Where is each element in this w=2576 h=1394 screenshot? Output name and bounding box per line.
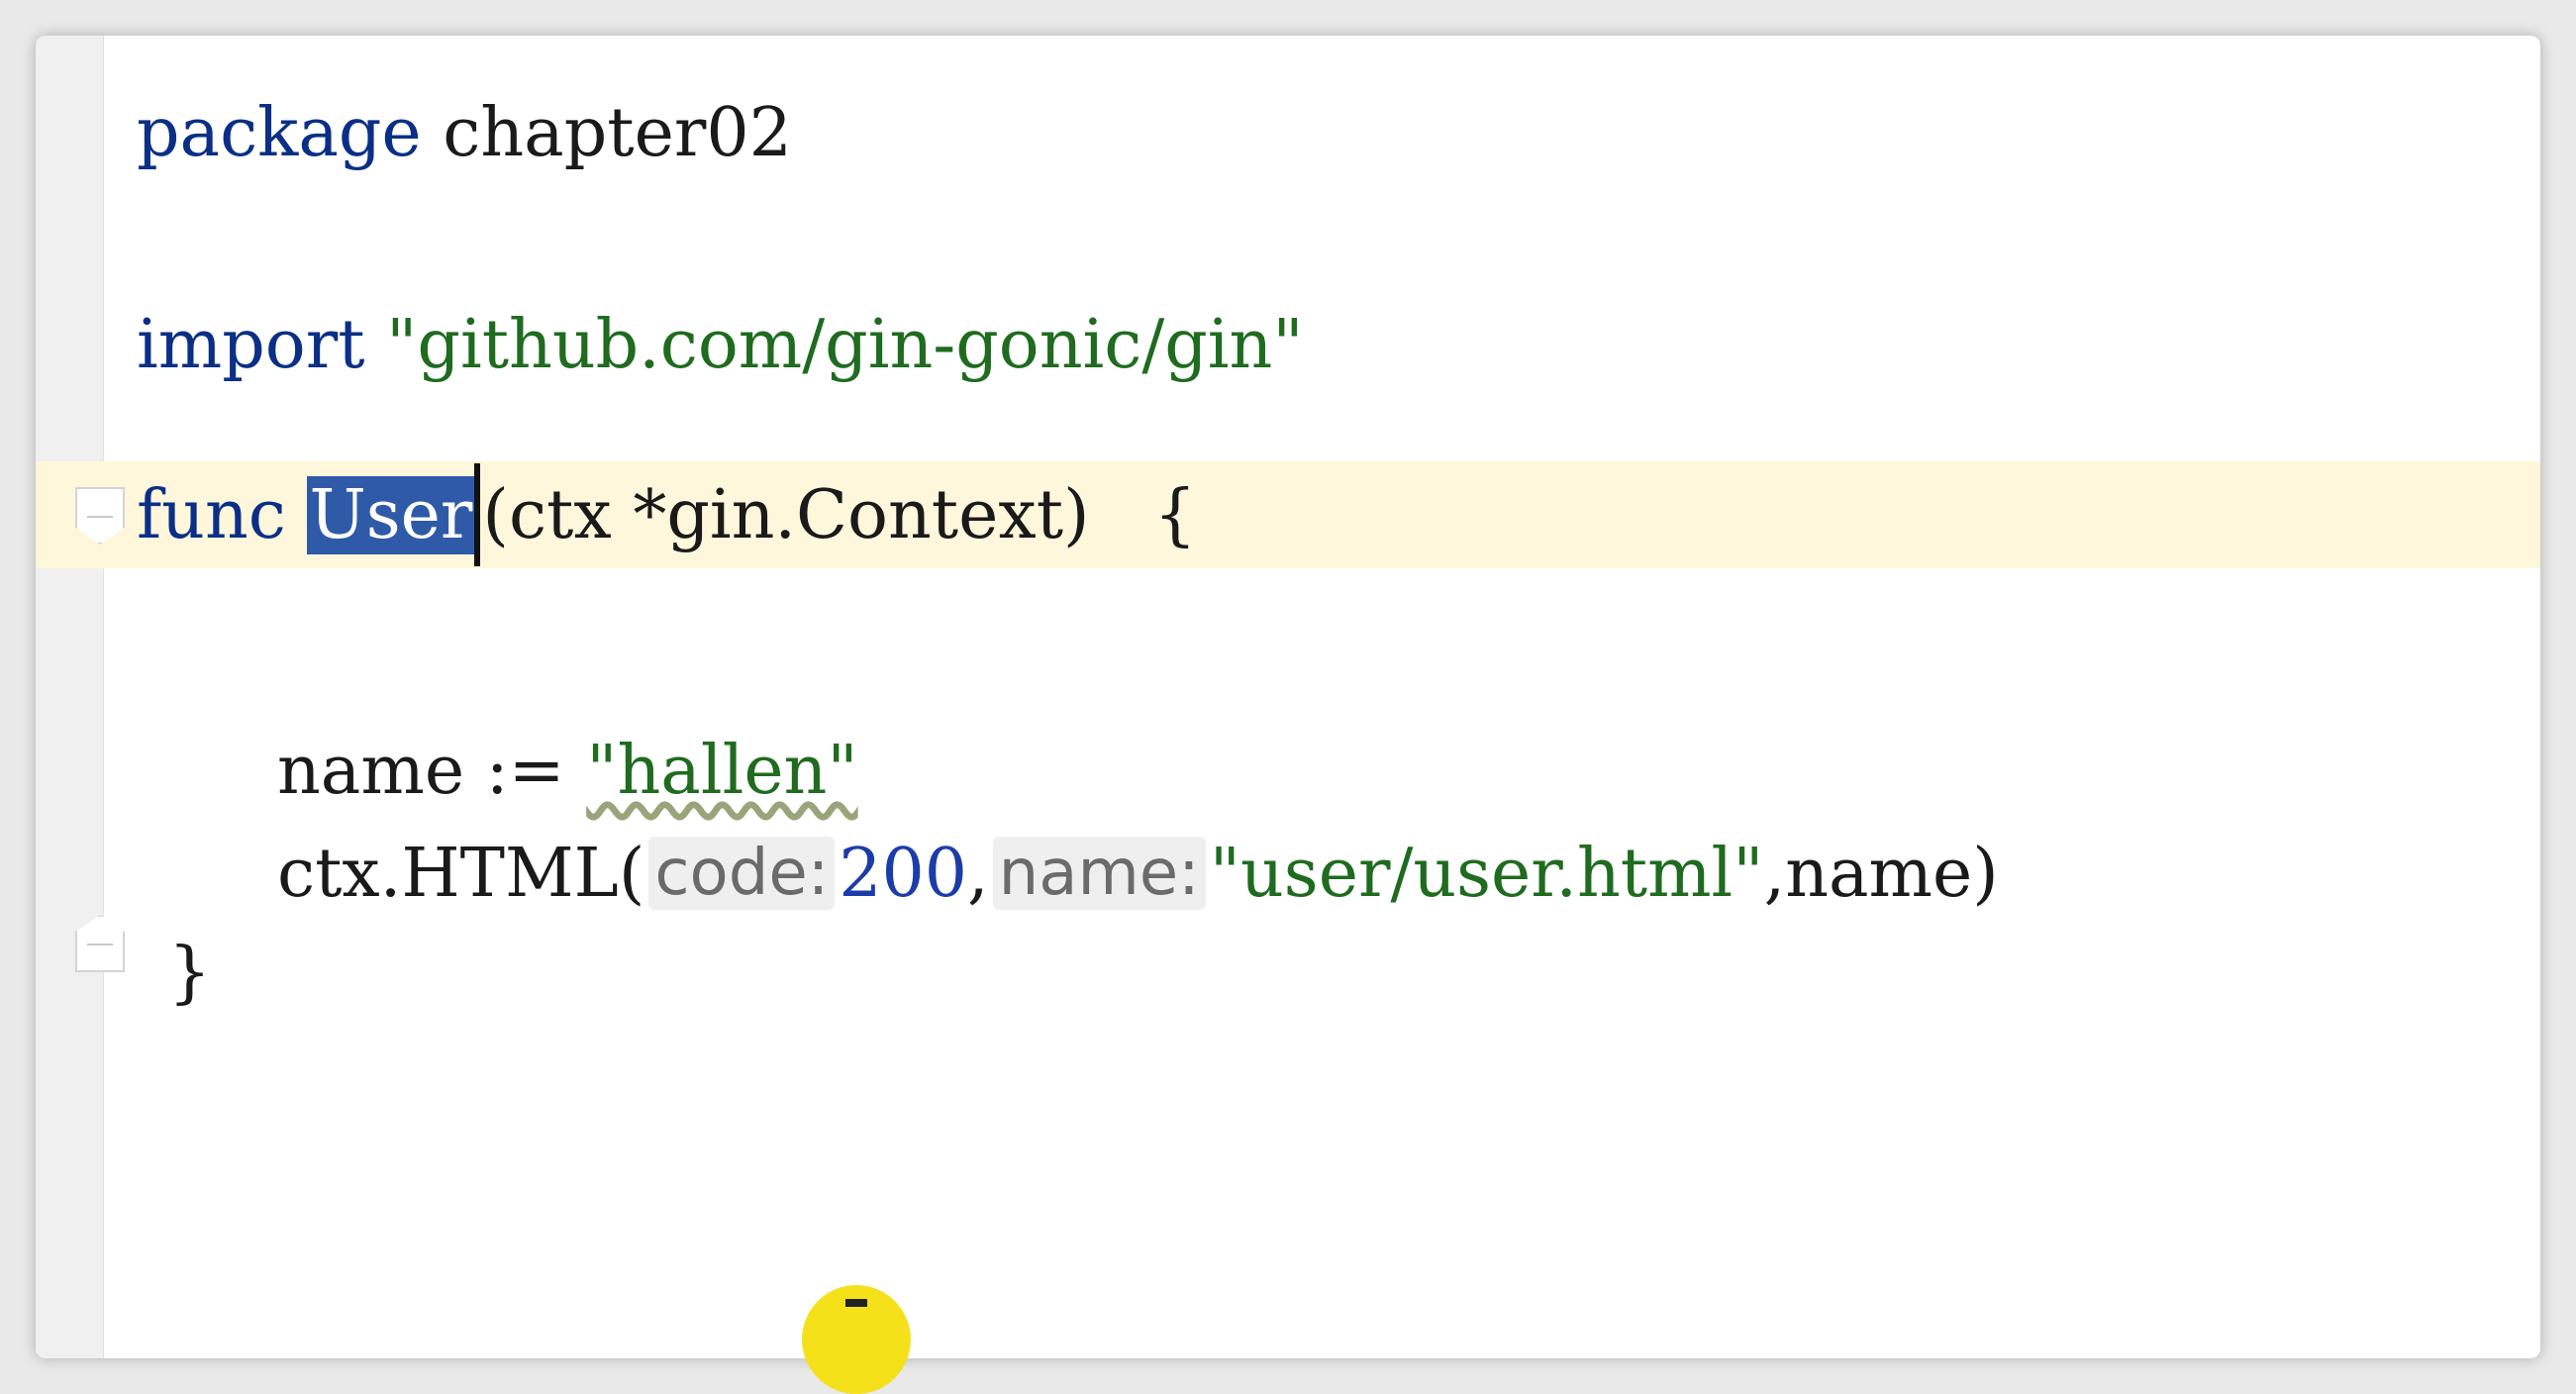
call-receiver: ctx.HTML( xyxy=(277,834,645,913)
func-open-brace: { xyxy=(1153,475,1197,554)
code-editor-window: package chapter02 import "github.com/gin… xyxy=(36,36,2540,1358)
code-line-import[interactable]: import "github.com/gin-gonic/gin" xyxy=(137,295,1304,394)
call-tail: ,name) xyxy=(1763,834,1999,913)
keyword-func: func xyxy=(137,475,286,554)
code-line-func[interactable]: func User (ctx *gin.Context) { xyxy=(137,463,1197,566)
package-name: chapter02 xyxy=(443,93,792,172)
param-hint-name: name: xyxy=(992,837,1206,910)
import-path-string: "github.com/gin-gonic/gin" xyxy=(386,305,1304,384)
text-caret xyxy=(474,463,481,566)
selected-function-name[interactable]: User xyxy=(307,475,475,554)
param-hint-code: code: xyxy=(648,837,836,910)
code-line-assign[interactable]: name := "hallen" xyxy=(277,721,858,820)
template-path-string: "user/user.html" xyxy=(1209,834,1764,913)
string-hallen: "hallen" xyxy=(586,731,858,810)
code-area[interactable]: package chapter02 import "github.com/gin… xyxy=(36,36,2540,1358)
func-signature: (ctx *gin.Context) xyxy=(482,475,1090,554)
func-close-brace: } xyxy=(168,933,212,1012)
code-line-package[interactable]: package chapter02 xyxy=(137,83,792,182)
arg-separator: , xyxy=(967,834,989,913)
keyword-package: package xyxy=(137,93,422,172)
var-name: name xyxy=(277,731,465,810)
assign-operator: := xyxy=(485,731,565,810)
keyword-import: import xyxy=(137,305,365,384)
mouse-pointer-highlight-icon xyxy=(802,1285,911,1394)
code-line-close[interactable]: } xyxy=(168,923,211,1022)
code-line-call[interactable]: ctx.HTML(code: 200, name: "user/user.html",… xyxy=(277,824,1999,923)
code-value-number: 200 xyxy=(839,834,968,913)
